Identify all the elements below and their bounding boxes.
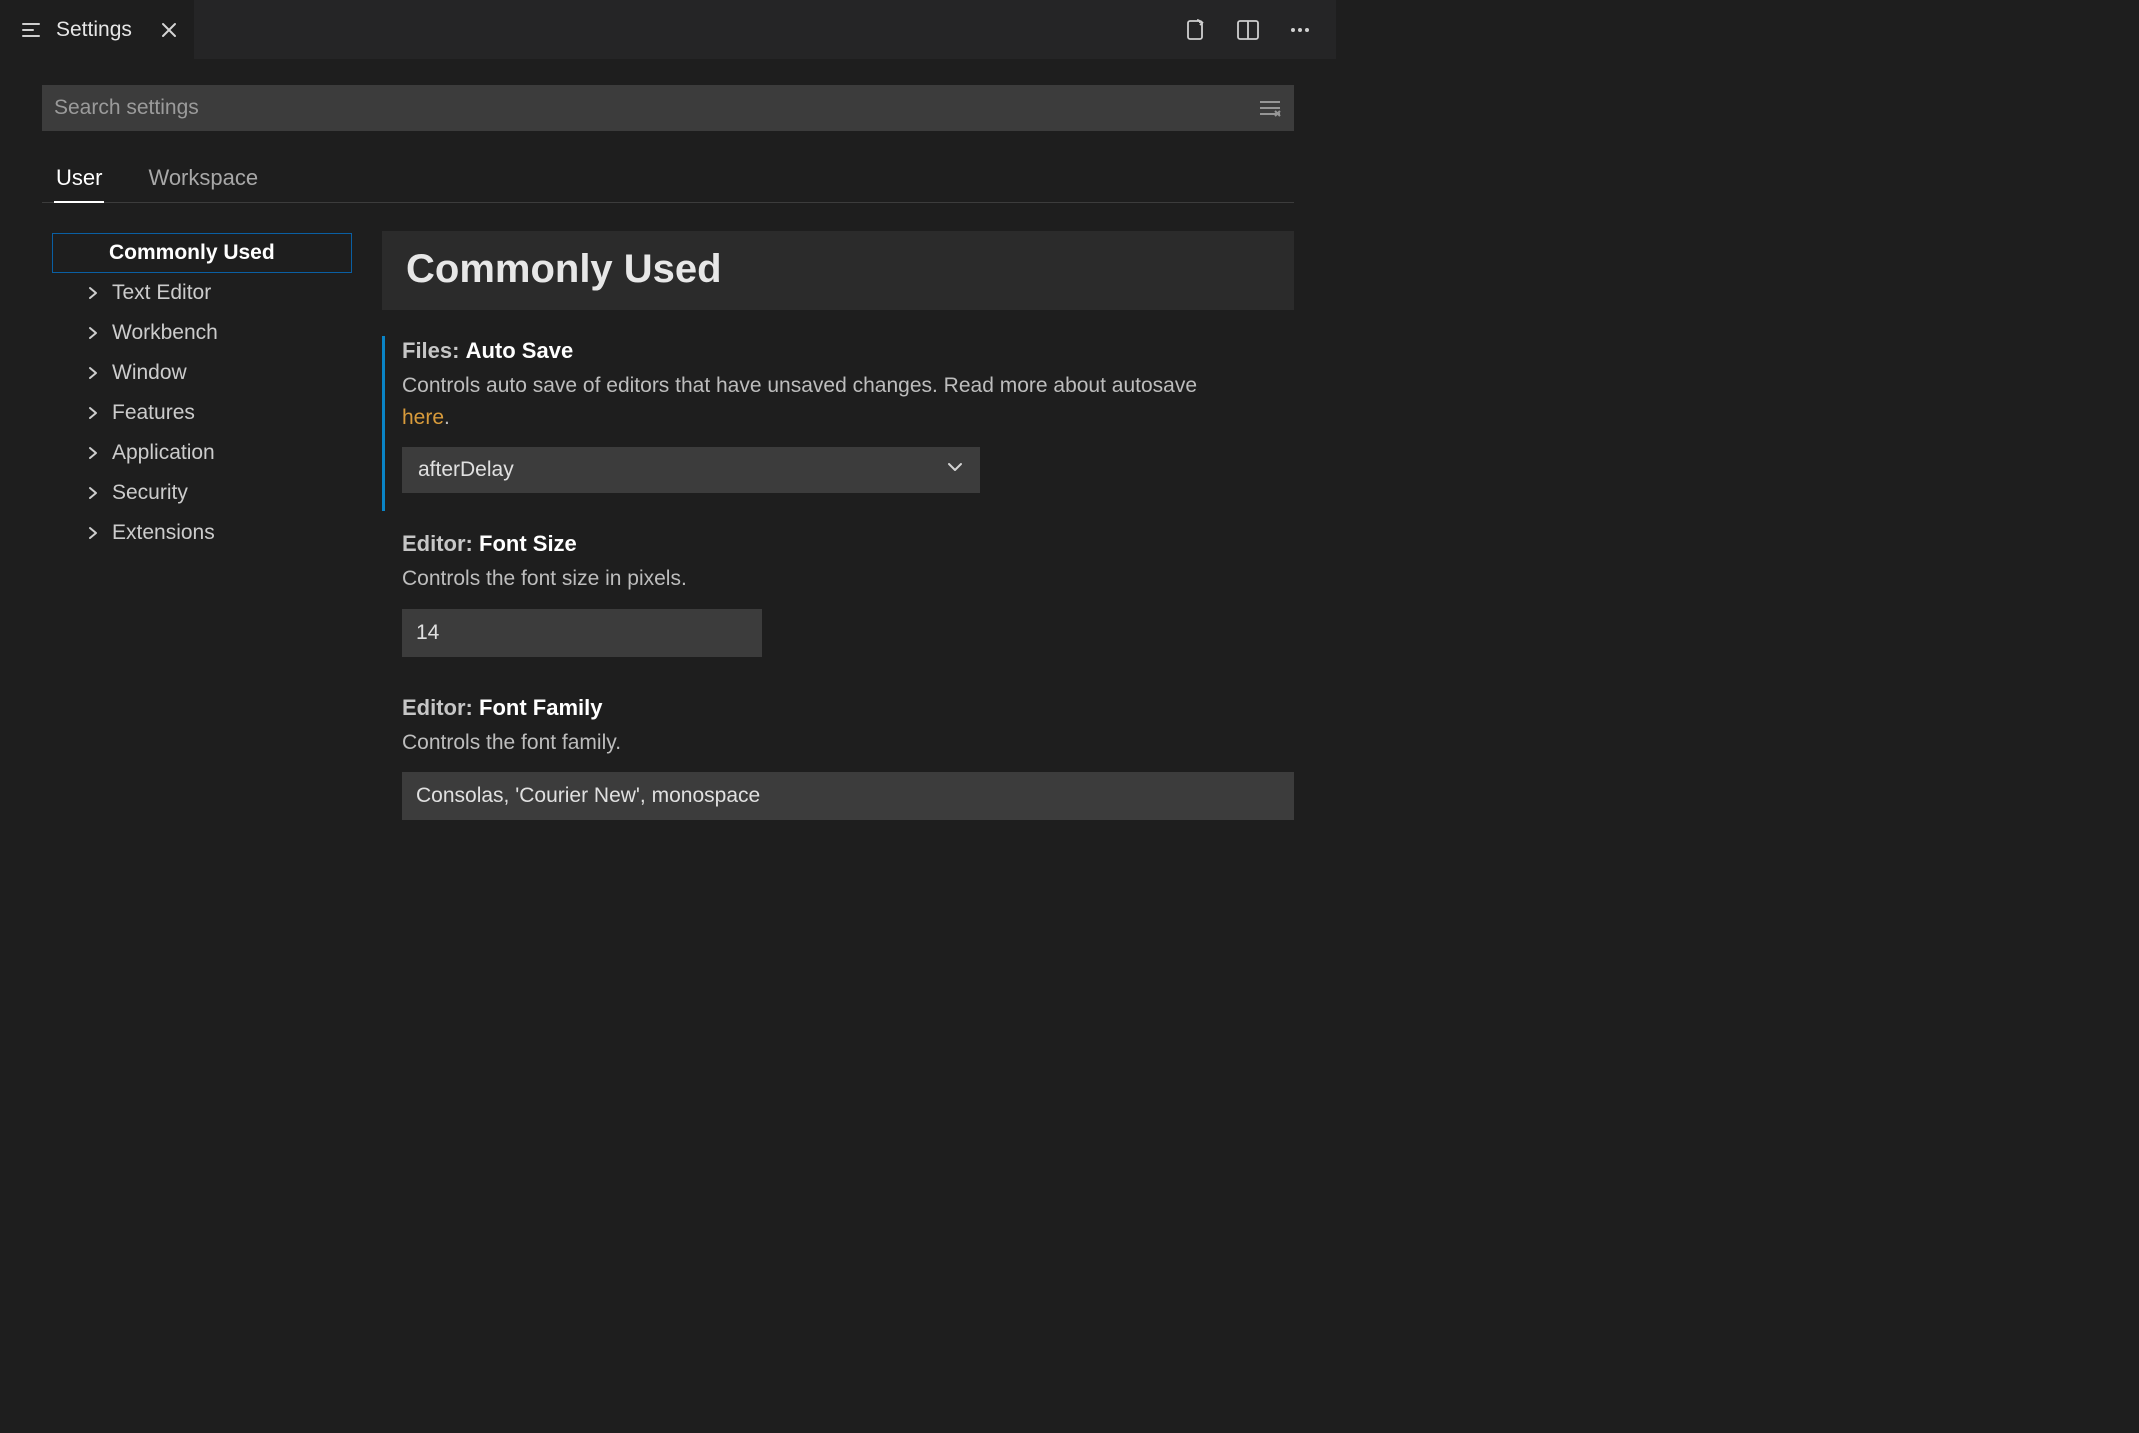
toc-item-security[interactable]: Security [52,473,352,513]
more-actions-icon[interactable] [1286,16,1314,44]
setting-description: Controls the font size in pixels. [402,563,1242,595]
setting-editor-font-family: Editor: Font Family Controls the font fa… [382,687,1294,851]
setting-description: Controls auto save of editors that have … [402,370,1242,433]
toc-item-application[interactable]: Application [52,433,352,473]
chevron-right-icon [86,366,104,380]
tab-title: Settings [56,18,132,42]
chevron-right-icon [86,526,104,540]
tab-settings[interactable]: Settings [0,0,194,59]
chevron-right-icon [86,486,104,500]
filter-icon[interactable] [1258,98,1282,118]
toc-item-features[interactable]: Features [52,393,352,433]
toc-item-window[interactable]: Window [52,353,352,393]
close-icon[interactable] [160,21,178,39]
setting-title: Editor: Font Family [402,695,1294,721]
open-settings-json-icon[interactable] [1182,16,1210,44]
scope-tab-user[interactable]: User [54,165,104,203]
chevron-right-icon [86,286,104,300]
autosave-doc-link[interactable]: here [402,406,444,429]
chevron-right-icon [86,446,104,460]
auto-save-select[interactable]: afterDelay [402,447,980,493]
title-bar: Settings [0,0,1336,59]
split-editor-icon[interactable] [1234,16,1262,44]
font-size-input[interactable] [402,609,762,657]
scope-tabs: User Workspace [42,165,1294,203]
title-actions [194,0,1336,59]
setting-editor-font-size: Editor: Font Size Controls the font size… [382,523,1294,687]
setting-files-auto-save: Files: Auto Save Controls auto save of e… [382,330,1294,523]
setting-title: Editor: Font Size [402,531,1294,557]
chevron-down-icon [946,458,964,482]
settings-search[interactable] [42,85,1294,131]
font-family-input[interactable] [402,772,1294,820]
setting-description: Controls the font family. [402,727,1242,759]
chevron-right-icon [86,326,104,340]
setting-title: Files: Auto Save [402,338,1294,364]
settings-content: Commonly Used Files: Auto Save Controls … [382,231,1294,850]
toc-item-workbench[interactable]: Workbench [52,313,352,353]
toc-item-extensions[interactable]: Extensions [52,513,352,553]
scope-tab-workspace[interactable]: Workspace [146,165,260,202]
search-input[interactable] [54,96,1258,120]
group-header: Commonly Used [382,231,1294,310]
settings-list-icon [20,19,42,41]
toc-item-text-editor[interactable]: Text Editor [52,273,352,313]
toc-item-commonly-used[interactable]: Commonly Used [52,233,352,273]
chevron-right-icon [86,406,104,420]
settings-toc: Commonly Used Text Editor Workbench Wind… [42,231,352,850]
